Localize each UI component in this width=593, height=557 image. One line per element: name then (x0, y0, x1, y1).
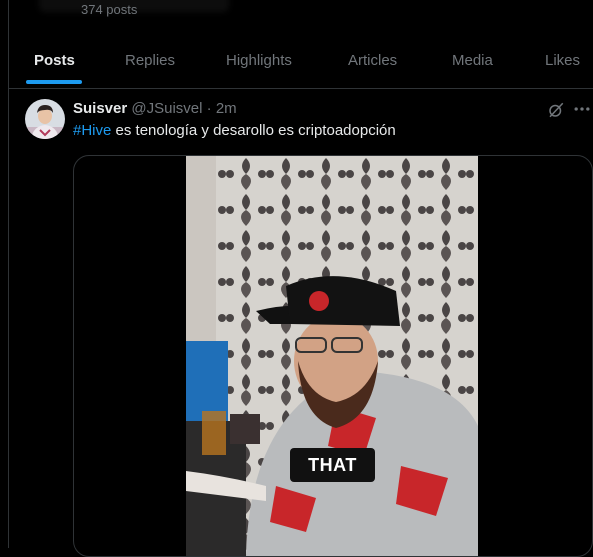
separator-dot: · (206, 100, 212, 117)
posts-count: 374 posts (81, 2, 138, 17)
video-frame: THAT (186, 156, 478, 556)
active-tab-indicator (26, 80, 82, 84)
profile-header: 374 posts (9, 0, 593, 38)
hashtag-link[interactable]: #Hive (73, 122, 111, 139)
video-caption: THAT (290, 448, 375, 482)
tab-articles[interactable]: Articles (348, 38, 397, 88)
profile-tabs: Posts Replies Highlights Articles Media … (9, 38, 593, 89)
tweet-header: Suisver @JSuisvel · 2m (73, 100, 237, 117)
tab-replies[interactable]: Replies (125, 38, 175, 88)
tab-likes[interactable]: Likes (545, 38, 580, 88)
tweet-text: #Hive es tenología y desarollo es cripto… (73, 122, 396, 139)
tweet-time[interactable]: 2m (216, 100, 237, 117)
author-handle[interactable]: @JSuisvel (131, 100, 202, 117)
more-icon[interactable] (572, 99, 592, 119)
tweet-body: es tenología y desarollo es criptoadopci… (111, 122, 396, 139)
grok-icon[interactable] (547, 101, 565, 119)
video-player[interactable]: THAT (73, 155, 593, 557)
tab-media[interactable]: Media (452, 38, 493, 88)
tab-highlights[interactable]: Highlights (226, 38, 292, 88)
avatar[interactable] (25, 99, 65, 139)
tweet[interactable]: Suisver @JSuisvel · 2m #Hive es tenologí… (9, 89, 593, 557)
author-name[interactable]: Suisver (73, 100, 127, 117)
